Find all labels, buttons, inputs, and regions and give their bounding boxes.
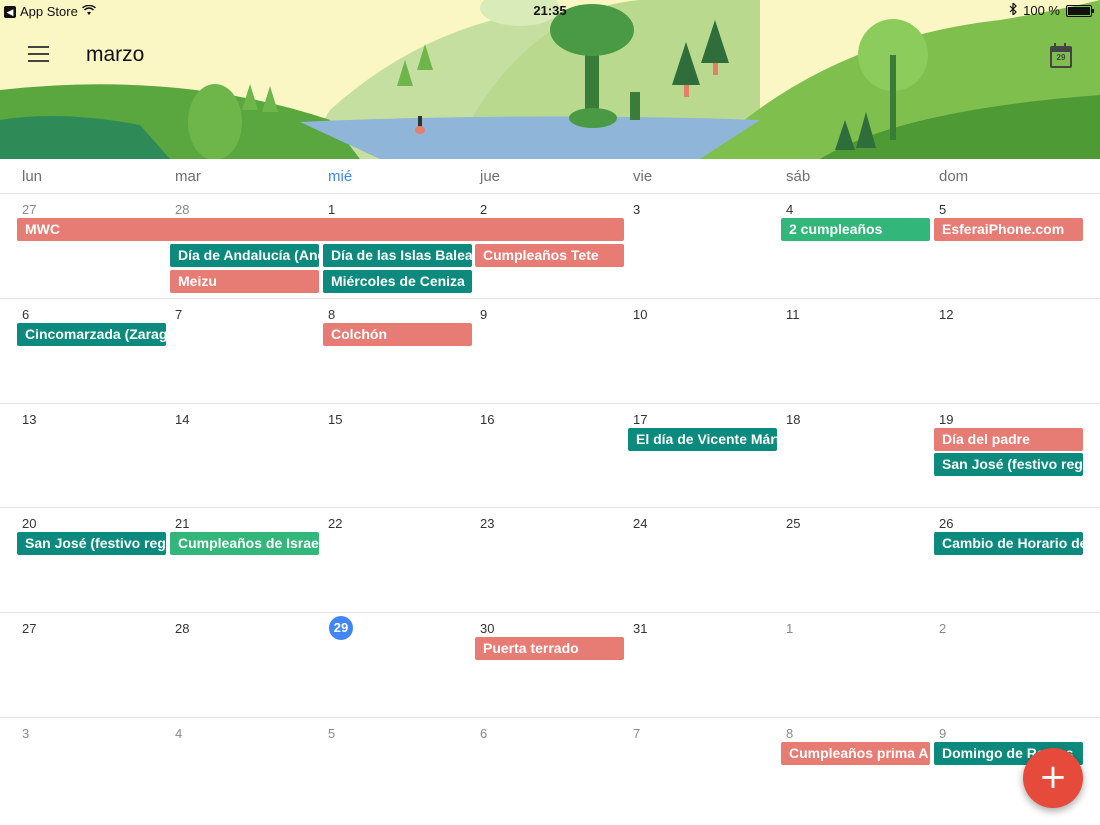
- weekday-label: lun: [22, 168, 43, 185]
- weekday-label: mié: [328, 168, 353, 185]
- day-number[interactable]: 25: [786, 516, 800, 531]
- day-number[interactable]: 10: [633, 307, 647, 322]
- calendar-event[interactable]: MWC: [17, 218, 624, 241]
- status-bar: ◀ App Store 21:35 100 %: [0, 0, 1100, 22]
- weekday-label: mar: [175, 168, 201, 185]
- day-number[interactable]: 15: [328, 412, 342, 427]
- day-number[interactable]: 20: [22, 516, 36, 531]
- day-number[interactable]: 13: [22, 412, 36, 427]
- hamburger-menu-icon[interactable]: [28, 46, 49, 62]
- day-number[interactable]: 5: [939, 202, 946, 217]
- battery-icon: [1066, 4, 1094, 17]
- day-number[interactable]: 8: [328, 307, 335, 322]
- day-number[interactable]: 27: [22, 202, 36, 217]
- day-number[interactable]: 9: [480, 307, 487, 322]
- day-number[interactable]: 11: [786, 307, 800, 322]
- add-event-button[interactable]: +: [1023, 748, 1083, 808]
- battery-percent: 100 %: [1023, 3, 1060, 18]
- day-number[interactable]: 3: [633, 202, 640, 217]
- weekday-label: jue: [480, 168, 501, 185]
- calendar-event[interactable]: EsferaiPhone.com: [934, 218, 1083, 241]
- calendar-event[interactable]: Colchón: [323, 323, 472, 346]
- day-number[interactable]: 31: [633, 621, 647, 636]
- day-number[interactable]: 30: [480, 621, 494, 636]
- calendar-event[interactable]: Día de las Islas Baleares: [323, 244, 472, 267]
- add-icon: +: [1038, 757, 1068, 797]
- day-number[interactable]: 7: [633, 726, 640, 741]
- calendar-event[interactable]: Día de Andalucía (Andalucía): [170, 244, 319, 267]
- week-row: 6 7 8 9 10 11 12: [0, 298, 1100, 403]
- calendar-event[interactable]: San José (festivo regional): [17, 532, 166, 555]
- day-number[interactable]: 28: [175, 202, 189, 217]
- day-number[interactable]: 21: [175, 516, 189, 531]
- day-number[interactable]: 27: [22, 621, 36, 636]
- calendar-event[interactable]: Cumpleaños Tete: [475, 244, 624, 267]
- day-number[interactable]: 19: [939, 412, 953, 427]
- calendar-event[interactable]: Puerta terrado: [475, 637, 624, 660]
- day-number[interactable]: 18: [786, 412, 800, 427]
- clock: 21:35: [533, 3, 567, 18]
- calendar-event[interactable]: El día de Vicente Mártir: [628, 428, 777, 451]
- day-number[interactable]: 5: [328, 726, 335, 741]
- calendar-event[interactable]: Cambio de Horario de verano: [934, 532, 1083, 555]
- day-number[interactable]: 12: [939, 307, 953, 322]
- day-number[interactable]: 1: [328, 202, 335, 217]
- day-number[interactable]: 2: [939, 621, 946, 636]
- week-row: 20 21 22 23 24 25 26: [0, 507, 1100, 612]
- calendar-today-icon[interactable]: 29: [1050, 43, 1072, 68]
- day-number[interactable]: 3: [22, 726, 29, 741]
- today-day-number[interactable]: 29: [329, 616, 353, 640]
- day-number[interactable]: 2: [480, 202, 487, 217]
- day-number[interactable]: 6: [480, 726, 487, 741]
- week-row: 27 28 29 30 31 1 2: [0, 612, 1100, 717]
- calendar-event[interactable]: Meizu: [170, 270, 319, 293]
- day-number[interactable]: 4: [175, 726, 182, 741]
- day-number[interactable]: 4: [786, 202, 793, 217]
- day-number[interactable]: 9: [939, 726, 946, 741]
- calendar-event[interactable]: Cumpleaños prima A: [781, 742, 930, 765]
- day-number[interactable]: 22: [328, 516, 342, 531]
- day-number[interactable]: 16: [480, 412, 494, 427]
- month-title[interactable]: marzo: [86, 43, 144, 67]
- day-number[interactable]: 7: [175, 307, 182, 322]
- status-right: 100 %: [1009, 1, 1094, 18]
- calendar-event[interactable]: Cumpleaños de Israel: [170, 532, 319, 555]
- weekday-header: lun mar mié jue vie sáb dom: [0, 159, 1100, 195]
- landscape-illustration: [0, 0, 1100, 159]
- calendar-event[interactable]: Miércoles de Ceniza: [323, 270, 472, 293]
- weekday-label: sáb: [786, 168, 811, 185]
- day-number[interactable]: 17: [633, 412, 647, 427]
- calendar-event[interactable]: Día del padre: [934, 428, 1083, 451]
- day-number[interactable]: 23: [480, 516, 494, 531]
- day-number[interactable]: 26: [939, 516, 953, 531]
- day-number[interactable]: 6: [22, 307, 29, 322]
- bluetooth-icon: [1009, 1, 1017, 18]
- weekday-label: dom: [939, 168, 969, 185]
- header-illustration: [0, 0, 1100, 159]
- calendar-event[interactable]: San José (festivo regional): [934, 453, 1083, 476]
- day-number[interactable]: 14: [175, 412, 189, 427]
- today-icon-day: 29: [1056, 53, 1066, 62]
- day-number[interactable]: 1: [786, 621, 793, 636]
- day-number[interactable]: 28: [175, 621, 189, 636]
- week-row: 3 4 5 6 7 8 9: [0, 717, 1100, 822]
- calendar-event[interactable]: 2 cumpleaños: [781, 218, 930, 241]
- calendar-event[interactable]: Cincomarzada (Zaragoza): [17, 323, 166, 346]
- day-number[interactable]: 8: [786, 726, 793, 741]
- day-number[interactable]: 24: [633, 516, 647, 531]
- weekday-label: vie: [633, 168, 653, 185]
